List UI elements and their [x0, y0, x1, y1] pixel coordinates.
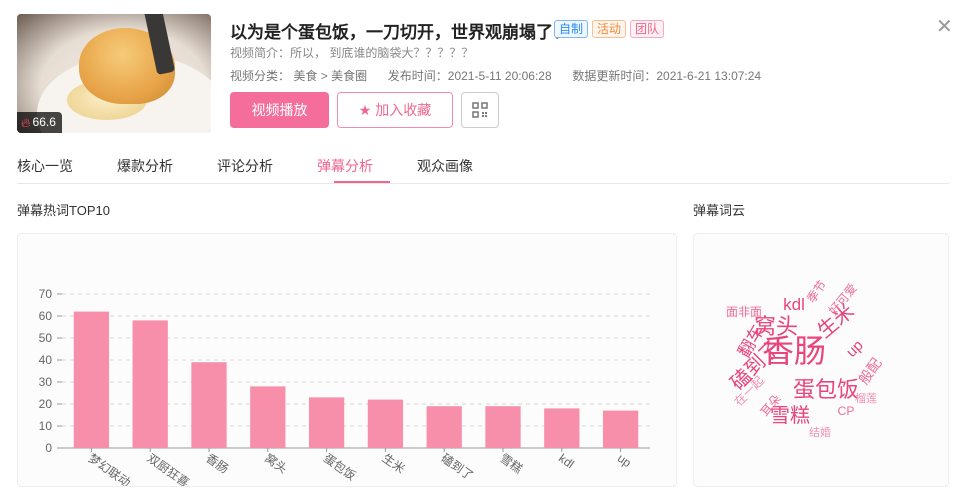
bar-6[interactable] — [367, 399, 404, 448]
bar-7[interactable] — [426, 406, 462, 448]
category-separator: > — [320, 69, 328, 83]
add-favorite-label: 加入收藏 — [375, 102, 432, 118]
danmaku-word-cloud: 香肠窝头 生米蛋包饭磕到了雪糕kdlup翻车般配面非面季节好可爱在一起耳朵 CP榴莲… — [726, 278, 884, 439]
category-sub: 美食圈 — [331, 69, 368, 83]
y-tick-label: 30 — [39, 375, 53, 389]
cloud-word: 面非面 — [726, 305, 762, 319]
cloud-word: 蛋包饭 — [793, 377, 859, 402]
video-thumbnail[interactable]: 🔥︎ 66.6 — [17, 14, 211, 133]
add-favorite-button[interactable]: ★ 加入收藏 — [337, 92, 453, 128]
update-time: 数据更新时间：2021-6-21 13:07:24 — [572, 69, 762, 83]
hotword-bar-chart: 0 10 20 30 40 50 60 70 梦幻联动 双厨狂喜 香肠 窝头 蛋包饭 生米 磕到了 雪糕 kdl… — [39, 287, 650, 490]
x-tick-label: 蛋包饭 — [321, 451, 359, 483]
cloud-section-title: 弹幕词云 — [693, 203, 746, 218]
bar-2[interactable] — [132, 320, 168, 448]
cloud-word: 般配 — [855, 355, 884, 387]
cloud-word: CP — [838, 404, 855, 418]
category-label: 视频分类： — [230, 69, 291, 83]
qr-code-icon — [472, 102, 488, 118]
video-description: 视频简介：所以， 到底谁的脑袋大？？？？？ — [230, 46, 474, 60]
x-tick-label: 雪糕 — [497, 451, 525, 476]
cloud-word: kdl — [783, 295, 805, 314]
x-tick-label: 双厨狂喜 — [144, 451, 191, 486]
category-main: 美食 — [293, 69, 318, 83]
tag-self-made: 自制 — [554, 20, 589, 38]
publish-time: 发布时间：2021-5-11 20:06:28 — [387, 69, 552, 83]
y-tick-label: 10 — [39, 419, 53, 433]
tag-team: 团队 — [630, 20, 665, 38]
tab-core-overview[interactable]: 核心一览 — [17, 156, 73, 176]
cloud-word: up — [843, 337, 867, 361]
bar-5[interactable] — [308, 397, 345, 448]
bar-9[interactable] — [544, 408, 580, 448]
heat-value: 66.6 — [32, 115, 56, 129]
video-meta: 视频分类： 美食 > 美食圈 发布时间：2021-5-11 20:06:28 数… — [230, 67, 761, 84]
analysis-tabs: 核心一览 爆款分析 评论分析 弹幕分析 观众画像 — [17, 144, 949, 184]
qr-code-button[interactable] — [461, 92, 499, 128]
y-tick-label: 70 — [39, 287, 53, 301]
play-video-button[interactable]: 视频播放 — [230, 92, 329, 128]
x-tick-label: up — [615, 451, 634, 470]
cloud-word: 榴莲 — [855, 391, 877, 405]
bar-10[interactable] — [602, 410, 639, 448]
video-title: 以为是个蛋包饭，一刀切开，世界观崩塌了！ — [230, 23, 570, 42]
tab-comment-analysis[interactable]: 评论分析 — [217, 156, 273, 176]
close-icon[interactable]: ✕ — [936, 14, 953, 39]
y-tick-label: 60 — [39, 309, 53, 323]
x-tick-label: 生米 — [380, 451, 408, 476]
video-tags: 自制 活动 团队 — [554, 20, 665, 38]
y-tick-label: 20 — [39, 397, 53, 411]
x-tick-label: 香肠 — [203, 451, 231, 476]
x-tick-label: 磕到了 — [438, 451, 476, 483]
hotword-chart-panel: 0 10 20 30 40 50 60 70 梦幻联动 双厨狂喜 香肠 窝头 蛋包饭 生米 磕到了 雪糕 kdl… — [17, 233, 677, 490]
fire-icon: 🔥︎ — [21, 115, 31, 130]
bar-1[interactable] — [73, 311, 110, 448]
bar-4[interactable] — [250, 386, 286, 448]
y-tick-label: 40 — [39, 353, 53, 367]
bar-3[interactable] — [191, 362, 227, 448]
tab-hit-analysis[interactable]: 爆款分析 — [117, 156, 173, 176]
tab-danmaku-analysis[interactable]: 弹幕分析 — [317, 156, 373, 176]
y-tick-label: 0 — [45, 441, 52, 455]
chart-section-title: 弹幕热词TOP10 — [17, 203, 110, 218]
tab-audience-profile[interactable]: 观众画像 — [417, 156, 473, 176]
bar-8[interactable] — [485, 406, 521, 448]
word-cloud-panel: 香肠 窝头 生米 蛋包饭 磕到了 雪糕 kdl up 翻车 般配 面非面 季节 好可爱 在一起 耳朵 CP 榴莲… — [693, 233, 949, 487]
cloud-word: 结婚 — [809, 425, 831, 439]
y-tick-label: 50 — [39, 331, 53, 345]
x-tick-label: 梦幻联动 — [86, 451, 133, 486]
active-tab-indicator — [334, 181, 390, 183]
cloud-word: 季节 — [804, 278, 829, 306]
star-icon: ★ — [358, 102, 372, 118]
tag-event: 活动 — [592, 20, 627, 38]
x-tick-label: 窝头 — [262, 450, 290, 476]
heat-badge: 🔥︎ 66.6 — [17, 112, 62, 133]
x-tick-label: kdl — [556, 451, 577, 471]
